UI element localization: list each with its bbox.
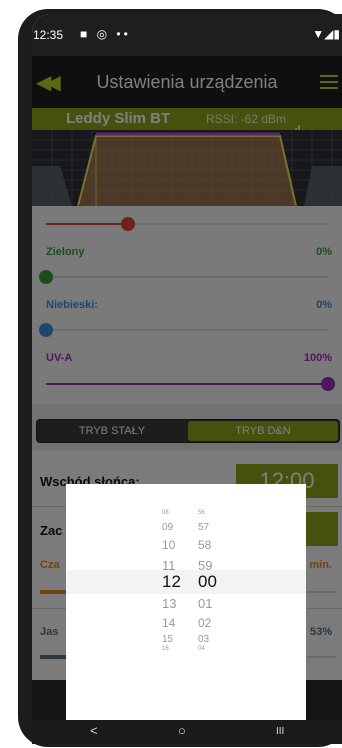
navigation-bar: < ○ III bbox=[32, 720, 342, 744]
picker-minute[interactable]: 58 bbox=[198, 538, 211, 552]
picker-hour[interactable]: 11 bbox=[162, 558, 176, 573]
picker-minute[interactable]: 59 bbox=[198, 558, 212, 573]
status-time: 12:35 bbox=[33, 28, 64, 42]
picker-minute[interactable]: 00 bbox=[198, 572, 217, 592]
picker-minute[interactable]: 57 bbox=[198, 522, 209, 533]
picker-minute[interactable]: 01 bbox=[198, 596, 212, 611]
picker-hour[interactable]: 12 bbox=[162, 572, 181, 592]
screen: 12:35 ■ ◎ •• ▼◢▮ ◀◀ Ustawienia urządzeni… bbox=[32, 14, 342, 744]
picker-hour[interactable]: 13 bbox=[162, 596, 176, 611]
picker-minute[interactable]: 03 bbox=[198, 634, 209, 645]
nav-back-button[interactable]: < bbox=[90, 723, 98, 738]
picker-hour[interactable]: 15 bbox=[162, 634, 173, 645]
status-bar: 12:35 ■ ◎ •• ▼◢▮ bbox=[32, 14, 342, 56]
nav-recents-button[interactable]: III bbox=[276, 726, 284, 737]
picker-minute[interactable]: 04 bbox=[198, 646, 205, 652]
picker-hour[interactable]: 09 bbox=[162, 522, 173, 533]
nav-home-button[interactable]: ○ bbox=[178, 723, 186, 738]
time-picker-dialog: 08 56 09 57 10 58 11 59 12 00 13 01 14 02 15 03 16 04 bbox=[66, 484, 306, 720]
picker-selection-band bbox=[66, 570, 306, 594]
system-icons: ▼◢▮ bbox=[312, 27, 340, 41]
picker-hour[interactable]: 16 bbox=[162, 646, 169, 652]
picker-hour[interactable]: 14 bbox=[162, 616, 175, 630]
picker-minute[interactable]: 02 bbox=[198, 616, 211, 630]
picker-minute[interactable]: 56 bbox=[198, 510, 205, 516]
picker-hour[interactable]: 10 bbox=[162, 538, 175, 552]
notification-icons: ■ ◎ •• bbox=[80, 27, 131, 41]
picker-hour[interactable]: 08 bbox=[162, 510, 169, 516]
